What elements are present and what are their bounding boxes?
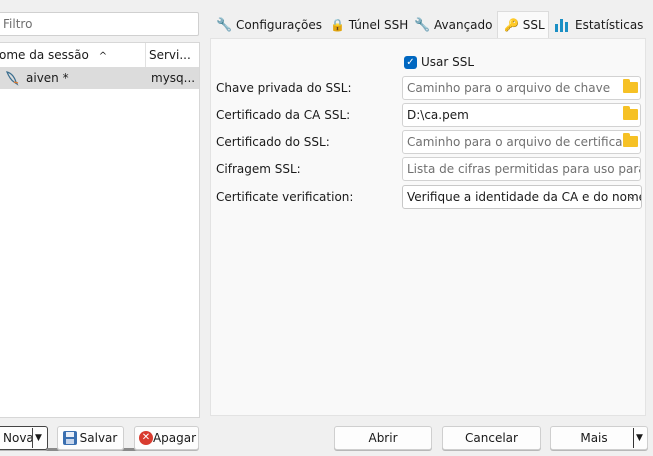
save-button[interactable]: Salvar [57, 426, 124, 450]
wrench-icon: 🔧 [216, 18, 233, 33]
cipher-label: Cifragem SSL: [216, 162, 301, 176]
cert-input[interactable]: Caminho para o arquivo de certificado [402, 130, 641, 154]
save-icon [63, 431, 77, 445]
verification-label: Certificate verification: [216, 190, 354, 204]
use-ssl-label[interactable]: Usar SSL [421, 55, 474, 69]
split-divider [32, 428, 33, 448]
sort-ascending-icon: ^ [98, 51, 108, 62]
verification-value: Verifique a identidade da CA e do nome d [407, 190, 642, 204]
column-header-label: ome da sessão [0, 48, 89, 62]
verification-select[interactable]: Verifique a identidade da CA e do nome d… [402, 185, 642, 209]
tab-label: SSL [522, 18, 545, 32]
session-server: mysq... [151, 71, 196, 85]
delete-button[interactable]: ✕ Apagar [134, 426, 199, 450]
session-list[interactable]: ome da sessão ^ Servi... aiven * mysq... [0, 42, 200, 451]
caret-down-icon[interactable]: ▼ [636, 427, 643, 449]
chevron-down-icon: ⌄ [627, 191, 636, 202]
filter-input[interactable]: Filtro [0, 12, 199, 36]
wrench-icon: 🔧 [414, 18, 431, 33]
new-button-label: Nova [3, 431, 34, 445]
split-divider [633, 428, 634, 448]
ca-cert-input[interactable]: D:\ca.pem [402, 103, 641, 127]
key-icon: 🔑 [504, 18, 519, 32]
session-name: aiven * [26, 71, 69, 85]
cipher-input[interactable]: Lista de cifras permitidas para uso para… [402, 157, 641, 181]
folder-icon[interactable] [623, 106, 638, 120]
cancel-button-label: Cancelar [465, 431, 518, 445]
session-row[interactable]: aiven * mysq... [0, 67, 199, 89]
tab-estatisticas[interactable]: Estatísticas [553, 12, 649, 38]
tab-ssl[interactable]: 🔑 SSL [497, 11, 549, 39]
dolphin-icon [5, 70, 19, 86]
cipher-placeholder: Lista de cifras permitidas para uso para… [407, 162, 640, 176]
tab-configuracoes[interactable]: 🔧 Configurações [216, 12, 322, 38]
caret-down-icon[interactable]: ▼ [35, 427, 42, 449]
tab-label: Túnel SSH [348, 18, 409, 32]
ca-cert-label: Certificado da CA SSL: [216, 108, 351, 122]
tab-tunel-ssh[interactable]: 🔒 Túnel SSH [330, 12, 408, 38]
cert-label: Certificado do SSL: [216, 135, 330, 149]
tab-avancado[interactable]: 🔧 Avançado [414, 12, 493, 38]
folder-icon[interactable] [623, 133, 638, 147]
more-button[interactable]: Mais ▼ [550, 426, 648, 450]
private-key-placeholder: Caminho para o arquivo de chave [407, 81, 611, 95]
bar-chart-icon [555, 19, 569, 32]
private-key-input[interactable]: Caminho para o arquivo de chave [402, 76, 641, 100]
save-button-label: Salvar [79, 431, 118, 445]
open-button[interactable]: Abrir [334, 426, 432, 450]
delete-button-label: Apagar [152, 431, 197, 445]
cert-placeholder: Caminho para o arquivo de certificado [407, 135, 638, 149]
delete-icon: ✕ [139, 431, 153, 445]
column-header-session-name[interactable]: ome da sessão ^ [0, 43, 146, 67]
new-button[interactable]: Nova ▼ [0, 426, 48, 450]
tab-label: Estatísticas [575, 18, 644, 32]
tab-label: Configurações [236, 18, 322, 32]
column-header-server[interactable]: Servi... [149, 43, 199, 67]
tab-label: Avançado [434, 18, 493, 32]
private-key-label: Chave privada do SSL: [216, 81, 352, 95]
open-button-label: Abrir [368, 431, 398, 445]
filter-placeholder: Filtro [3, 17, 33, 31]
folder-icon[interactable] [623, 79, 638, 93]
cancel-button[interactable]: Cancelar [442, 426, 541, 450]
ca-cert-value: D:\ca.pem [407, 108, 469, 122]
more-button-label: Mais [580, 431, 608, 445]
column-header-label: Servi... [149, 48, 191, 62]
lock-icon: 🔒 [330, 18, 345, 32]
use-ssl-checkbox[interactable]: ✓ [404, 56, 417, 69]
